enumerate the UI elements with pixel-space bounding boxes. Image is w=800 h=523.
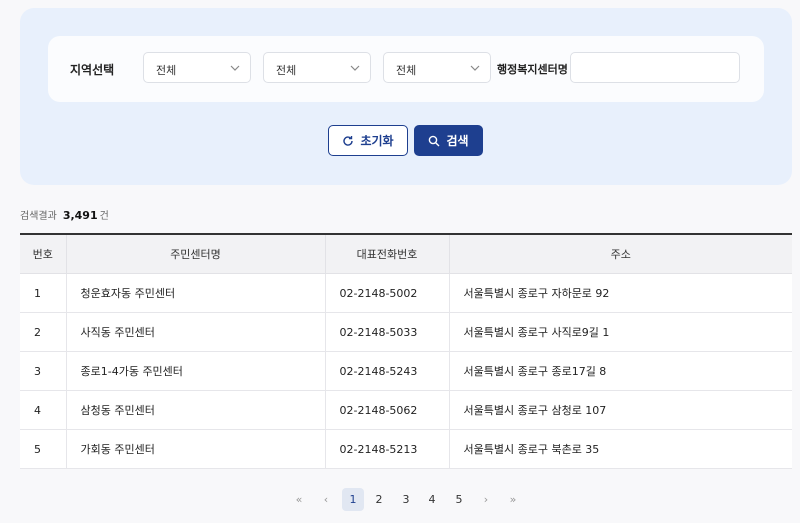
page-2-button[interactable]: 2 xyxy=(368,488,390,511)
chevron-down-icon xyxy=(350,65,360,71)
prev-page-button[interactable]: ‹ xyxy=(315,488,337,511)
region-select-3[interactable]: 전체 xyxy=(383,52,491,83)
cell-phone: 02-2148-5002 xyxy=(324,273,449,313)
region-select-3-value: 전체 xyxy=(396,64,417,77)
cell-address: 서울특별시 종로구 북촌로 35 xyxy=(448,429,792,469)
header-number: 번호 xyxy=(20,233,66,274)
header-phone: 대표전화번호 xyxy=(324,233,449,274)
cell-address: 서울특별시 종로구 삼청로 107 xyxy=(448,390,792,430)
page-3-button[interactable]: 3 xyxy=(395,488,417,511)
chevron-down-icon xyxy=(470,65,480,71)
reset-button[interactable]: 초기화 xyxy=(328,125,408,156)
search-panel: 지역선택 전체 전체 전체 행정복지센터명 초기화 검색 xyxy=(20,8,792,185)
region-select-1-value: 전체 xyxy=(156,64,177,77)
center-name-label: 행정복지센터명 xyxy=(497,63,568,76)
cell-address: 서울특별시 종로구 종로17길 8 xyxy=(448,351,792,391)
cell-phone: 02-2148-5213 xyxy=(324,429,449,469)
cell-number: 5 xyxy=(20,429,66,469)
page-5-button[interactable]: 5 xyxy=(448,488,470,511)
cell-address: 서울특별시 종로구 자하문로 92 xyxy=(448,273,792,313)
cell-number: 2 xyxy=(20,312,66,352)
cell-address: 서울특별시 종로구 사직로9길 1 xyxy=(448,312,792,352)
first-page-button[interactable]: « xyxy=(288,488,310,511)
result-unit: 건 xyxy=(99,211,109,222)
search-icon xyxy=(429,135,440,146)
region-select-label: 지역선택 xyxy=(70,63,115,77)
region-select-2-value: 전체 xyxy=(276,64,297,77)
results-table: 번호 주민센터명 대표전화번호 주소 1 청운효자동 주민센터 02-2148-… xyxy=(20,233,792,469)
filter-box: 지역선택 전체 전체 전체 행정복지센터명 xyxy=(48,36,764,102)
search-button[interactable]: 검색 xyxy=(414,125,483,156)
cell-number: 1 xyxy=(20,273,66,313)
table-row[interactable]: 2 사직동 주민센터 02-2148-5033 서울특별시 종로구 사직로9길 … xyxy=(20,312,792,352)
header-address: 주소 xyxy=(448,233,792,274)
cell-center-name[interactable]: 삼청동 주민센터 xyxy=(65,390,325,430)
cell-center-name[interactable]: 가회동 주민센터 xyxy=(65,429,325,469)
result-count: 검색결과 3,491 건 xyxy=(20,207,109,222)
table-row[interactable]: 4 삼청동 주민센터 02-2148-5062 서울특별시 종로구 삼청로 10… xyxy=(20,390,792,430)
cell-center-name[interactable]: 청운효자동 주민센터 xyxy=(65,273,325,313)
cell-phone: 02-2148-5243 xyxy=(324,351,449,391)
table-row[interactable]: 5 가회동 주민센터 02-2148-5213 서울특별시 종로구 북촌로 35 xyxy=(20,429,792,469)
cell-phone: 02-2148-5062 xyxy=(324,390,449,430)
cell-center-name[interactable]: 종로1-4가동 주민센터 xyxy=(65,351,325,391)
header-center-name: 주민센터명 xyxy=(65,233,325,274)
refresh-icon xyxy=(343,135,354,146)
pagination: « ‹ 1 2 3 4 5 › » xyxy=(0,488,800,511)
region-select-2[interactable]: 전체 xyxy=(263,52,371,83)
region-select-1[interactable]: 전체 xyxy=(143,52,251,83)
result-number: 3,491 xyxy=(62,209,98,222)
table-row[interactable]: 3 종로1-4가동 주민센터 02-2148-5243 서울특별시 종로구 종로… xyxy=(20,351,792,391)
page-4-button[interactable]: 4 xyxy=(421,488,443,511)
table-row[interactable]: 1 청운효자동 주민센터 02-2148-5002 서울특별시 종로구 자하문로… xyxy=(20,273,792,313)
cell-center-name[interactable]: 사직동 주민센터 xyxy=(65,312,325,352)
reset-button-label: 초기화 xyxy=(360,134,394,148)
search-button-label: 검색 xyxy=(446,134,469,148)
cell-number: 3 xyxy=(20,351,66,391)
result-label: 검색결과 xyxy=(20,211,57,222)
page-1-button[interactable]: 1 xyxy=(342,488,364,511)
last-page-button[interactable]: » xyxy=(502,488,524,511)
center-name-input[interactable] xyxy=(570,52,740,83)
table-header-row: 번호 주민센터명 대표전화번호 주소 xyxy=(20,233,792,274)
cell-phone: 02-2148-5033 xyxy=(324,312,449,352)
chevron-down-icon xyxy=(230,65,240,71)
next-page-button[interactable]: › xyxy=(475,488,497,511)
cell-number: 4 xyxy=(20,390,66,430)
